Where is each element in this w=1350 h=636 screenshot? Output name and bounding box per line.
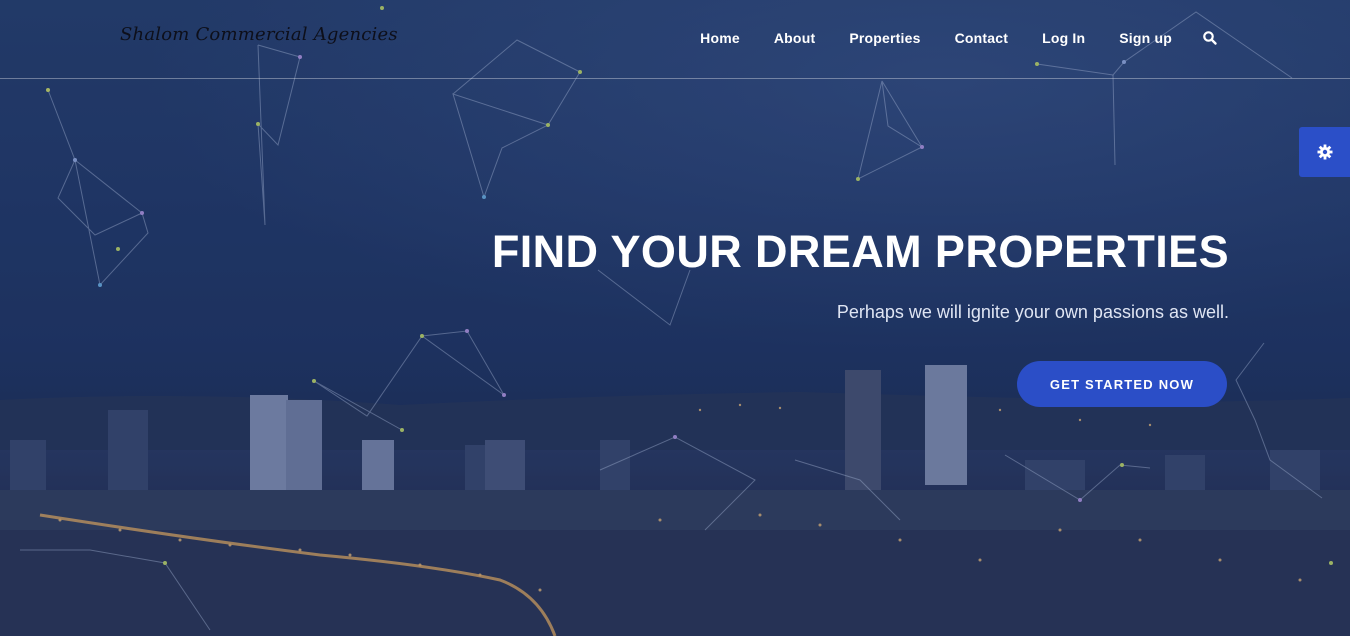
brand-logo[interactable]: Shalom Commercial Agencies	[120, 24, 398, 45]
main-nav: Home About Properties Contact Log In Sig…	[666, 30, 1218, 46]
hero-title: FIND YOUR DREAM PROPERTIES	[491, 226, 1229, 277]
nav-item-login[interactable]: Log In	[1042, 30, 1085, 46]
hero-subtitle: Perhaps we will ignite your own passions…	[836, 302, 1229, 322]
get-started-button[interactable]: GET STARTED NOW	[1017, 361, 1227, 407]
nav-item-signup[interactable]: Sign up	[1119, 30, 1172, 46]
nav-item-contact[interactable]: Contact	[955, 30, 1009, 46]
nav-item-about[interactable]: About	[774, 30, 815, 46]
nav-item-properties[interactable]: Properties	[849, 30, 920, 46]
gear-icon	[1317, 144, 1332, 160]
search-icon[interactable]	[1202, 30, 1218, 46]
settings-toggle-button[interactable]	[1299, 127, 1350, 177]
site-header: Shalom Commercial Agencies Home About Pr…	[0, 0, 1350, 79]
nav-item-home[interactable]: Home	[700, 30, 740, 46]
